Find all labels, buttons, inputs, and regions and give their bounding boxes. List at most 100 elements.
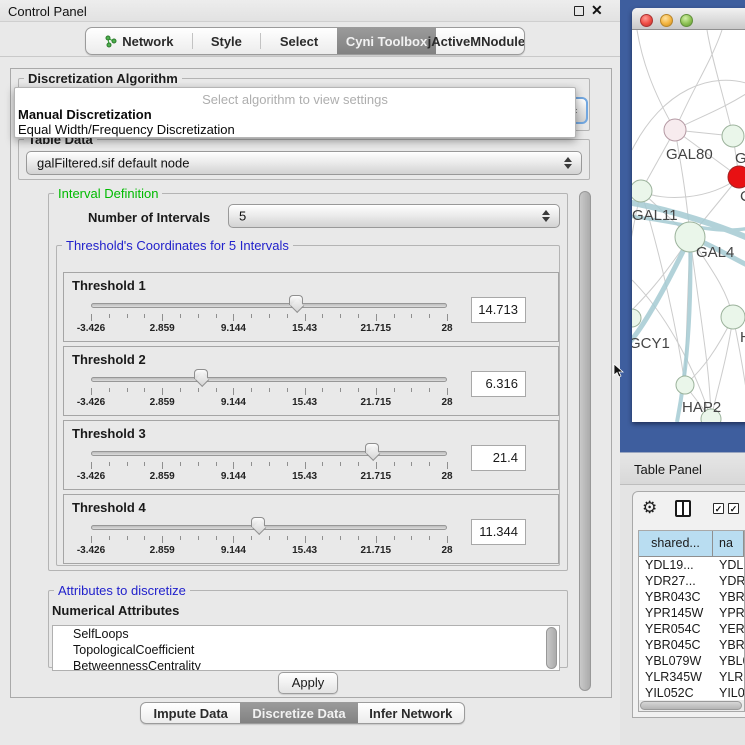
slider-tick [180, 388, 181, 392]
attributes-list-scrollbar[interactable] [546, 627, 557, 669]
tab-discretize-data[interactable]: Discretize Data [240, 703, 357, 723]
threshold-label: Threshold 4 [72, 500, 146, 515]
list-item[interactable]: TopologicalCoefficient [53, 642, 559, 658]
table-row[interactable]: YER054CYER0 [639, 621, 744, 637]
slider-tick [305, 462, 306, 469]
tab-network[interactable]: Network [86, 28, 192, 54]
tab-impute-data[interactable]: Impute Data [141, 703, 240, 723]
table-row[interactable]: YLR345WYLR3 [639, 669, 744, 685]
slider-tick [251, 536, 252, 540]
network-node[interactable] [721, 305, 745, 329]
algorithm-dropdown-hint: Select algorithm to view settings [15, 92, 575, 107]
slider-tick-label: 9.144 [208, 397, 258, 408]
slider-tick [162, 536, 163, 543]
slider-track[interactable] [91, 303, 447, 308]
table-row[interactable]: YDL19...YDL1 [639, 557, 744, 573]
slider-tick-label: -3.426 [66, 545, 116, 556]
tab-cyni-toolbox[interactable]: Cyni Toolbox [337, 28, 436, 54]
split-table-icon[interactable] [675, 500, 691, 517]
threshold-value-field[interactable]: 11.344 [471, 519, 526, 545]
tab-jactivemnodules[interactable]: jActiveMNodules [436, 28, 524, 54]
slider-tick [287, 314, 288, 318]
slider-tick [127, 536, 128, 540]
slider-tick [251, 462, 252, 466]
table-data-combobox[interactable]: galFiltered.sif default node [26, 151, 582, 175]
node-label: GCY1 [632, 335, 670, 352]
slider-tick [127, 462, 128, 466]
network-node[interactable] [728, 166, 745, 188]
table-row[interactable]: YBR043CYBR0 [639, 589, 744, 605]
network-node[interactable] [664, 119, 686, 141]
slider-track[interactable] [91, 377, 447, 382]
slider-thumb[interactable] [251, 517, 265, 527]
list-item[interactable]: BetweennessCentrality [53, 658, 559, 671]
slider-tick [269, 536, 270, 540]
slider-tick [144, 314, 145, 318]
network-node[interactable] [632, 309, 641, 327]
apply-button[interactable]: Apply [278, 672, 338, 694]
column-header-name[interactable]: na [713, 531, 744, 557]
slider-tick [411, 536, 412, 540]
slider-tick [358, 536, 359, 540]
network-view-window: GAL80G.CGAL11GAL4GCY1HHAP2 [632, 8, 745, 422]
slider-tick [216, 388, 217, 392]
table-row[interactable]: YBL079WYBL0 [639, 653, 744, 669]
algorithm-option-manual[interactable]: Manual Discretization [18, 107, 152, 122]
slider-tick [198, 388, 199, 392]
slider-tick [394, 536, 395, 540]
slider-tick-label: 21.715 [351, 545, 401, 556]
network-node[interactable] [722, 125, 744, 147]
table-row[interactable]: YBR045CYBR0 [639, 637, 744, 653]
slider-tick [198, 462, 199, 466]
tab-infer-network[interactable]: Infer Network [358, 703, 464, 723]
settings-scrollbar[interactable] [579, 191, 591, 691]
table-row[interactable]: YPR145WYPR1 [639, 605, 744, 621]
slider-tick-label: 9.144 [208, 471, 258, 482]
slider-thumb[interactable] [289, 295, 303, 305]
checkbox-checked-icon[interactable]: ✓ [713, 503, 724, 514]
network-node[interactable] [676, 376, 694, 394]
slider-tick [447, 462, 448, 469]
threshold-label: Threshold 1 [72, 278, 146, 293]
table-row[interactable]: YDR27...YDR2 [639, 573, 744, 589]
algorithm-option-equal-width[interactable]: Equal Width/Frequency Discretization [18, 122, 235, 137]
slider-tick [109, 462, 110, 466]
tab-label: Discretize Data [252, 706, 345, 721]
slider-thumb[interactable] [365, 443, 379, 453]
table-horizontal-scrollbar[interactable] [639, 700, 744, 711]
slider-thumb[interactable] [194, 369, 208, 379]
tab-select[interactable]: Select [261, 28, 337, 54]
threshold-value-field[interactable]: 21.4 [471, 445, 526, 471]
slider-track[interactable] [91, 525, 447, 530]
network-node[interactable] [632, 180, 652, 202]
checkbox-checked-icon[interactable]: ✓ [728, 503, 739, 514]
tab-style[interactable]: Style [193, 28, 260, 54]
column-header-shared-name[interactable]: shared... [639, 531, 713, 557]
slider-tick [305, 536, 306, 543]
table-cell-name: YDR2 [713, 573, 744, 589]
threshold-value-field[interactable]: 14.713 [471, 297, 526, 323]
slider-tick-label: 28 [422, 545, 472, 556]
slider-track[interactable] [91, 451, 447, 456]
threshold-panel: Threshold 4-3.4262.8599.14415.4321.71528… [63, 494, 559, 564]
number-of-intervals-label: Number of Intervals [88, 210, 210, 225]
float-window-icon[interactable] [574, 6, 584, 16]
slider-tick-label: 15.43 [280, 545, 330, 556]
slider-tick [109, 388, 110, 392]
minimize-traffic-light-icon[interactable] [660, 14, 673, 27]
number-of-intervals-combobox[interactable]: 5 [228, 204, 560, 228]
list-item[interactable]: SelfLoops [53, 626, 559, 642]
threshold-value-field[interactable]: 6.316 [471, 371, 526, 397]
close-traffic-light-icon[interactable] [640, 14, 653, 27]
numerical-attributes-list[interactable]: SelfLoopsTopologicalCoefficientBetweenne… [52, 625, 560, 671]
table-cell-shared-name: YBR045C [639, 637, 713, 653]
slider-tick [287, 388, 288, 392]
gear-icon[interactable]: ⚙ [642, 498, 657, 518]
close-icon[interactable]: ✕ [591, 2, 603, 19]
slider-tick [109, 536, 110, 540]
network-canvas[interactable]: GAL80G.CGAL11GAL4GCY1HHAP2 [632, 30, 745, 422]
table-row[interactable]: YIL052CYIL0 [639, 685, 744, 701]
node-attribute-table: shared... na YDL19...YDL1YDR27...YDR2YBR… [638, 530, 745, 712]
zoom-traffic-light-icon[interactable] [680, 14, 693, 27]
network-window-titlebar [632, 8, 745, 30]
